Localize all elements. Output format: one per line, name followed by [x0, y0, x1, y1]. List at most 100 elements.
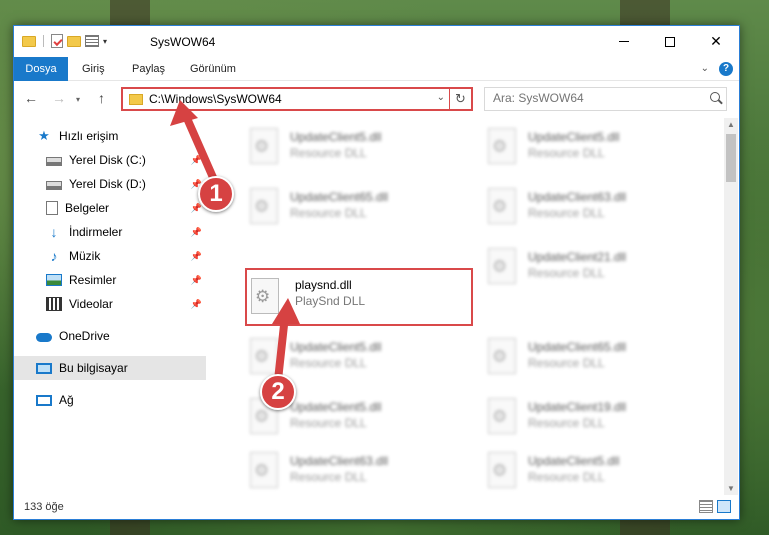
file-item[interactable]: UpdateClient65.dll Resource DLL: [232, 182, 462, 238]
up-arrow-icon[interactable]: ↑: [98, 90, 105, 106]
file-type: Resource DLL: [290, 470, 367, 484]
file-name: UpdateClient5.dll: [528, 130, 620, 144]
forward-arrow-icon[interactable]: →: [52, 90, 66, 106]
dll-file-icon: [250, 452, 278, 488]
sidebar-item-label: Ağ: [59, 393, 74, 407]
dll-file-icon: [250, 338, 278, 374]
refresh-icon[interactable]: ↻: [449, 89, 471, 109]
film-icon: [46, 297, 62, 311]
address-path[interactable]: C:\Windows\SysWOW64: [149, 92, 282, 106]
sidebar-item-music[interactable]: ♪ Müzik 📌: [14, 244, 206, 268]
help-icon[interactable]: ?: [719, 62, 733, 76]
sidebar-item-pictures[interactable]: Resimler 📌: [14, 268, 206, 292]
file-type: Resource DLL: [528, 356, 605, 370]
sidebar-item-documents[interactable]: Belgeler 📌: [14, 196, 206, 220]
step-1-badge: 1: [198, 176, 234, 212]
tab-file[interactable]: Dosya: [14, 57, 68, 81]
chevron-down-icon[interactable]: ⌄: [437, 92, 445, 103]
sidebar-item-label: Bu bilgisayar: [59, 361, 128, 375]
folder-icon: [129, 94, 143, 105]
dll-file-icon: [250, 188, 278, 224]
search-input[interactable]: [493, 91, 693, 105]
title-bar: ▾ SysWOW64 ✕: [14, 26, 739, 57]
computer-icon: [36, 362, 52, 374]
tab-home[interactable]: Giriş: [72, 57, 115, 81]
sidebar-item-onedrive[interactable]: OneDrive: [14, 324, 206, 348]
pin-icon[interactable]: 📌: [191, 251, 202, 262]
navigation-bar: ← → ▾ ↑ C:\Windows\SysWOW64 ⌄ ↻: [14, 82, 739, 116]
properties-icon[interactable]: [51, 34, 63, 48]
file-name: UpdateClient5.dll: [290, 340, 382, 354]
scroll-up-icon[interactable]: ▲: [724, 118, 738, 132]
file-item[interactable]: UpdateClient63.dll Resource DLL: [232, 446, 462, 496]
recent-locations-icon[interactable]: ▾: [76, 95, 80, 104]
file-name: playsnd.dll: [295, 278, 352, 292]
tiles-view-icon[interactable]: [717, 500, 731, 513]
file-type: Resource DLL: [528, 266, 605, 280]
sidebar-item-label: İndirmeler: [69, 225, 123, 239]
file-type: Resource DLL: [528, 470, 605, 484]
file-type: Resource DLL: [290, 416, 367, 430]
file-type: Resource DLL: [290, 146, 367, 160]
tab-view[interactable]: Görünüm: [180, 57, 246, 81]
sidebar-item-network[interactable]: Ağ: [14, 388, 206, 412]
minimize-button[interactable]: [601, 26, 647, 57]
file-name: UpdateClient63.dll: [528, 190, 627, 204]
file-item[interactable]: UpdateClient63.dll Resource DLL: [470, 182, 700, 238]
sidebar-item-label: Belgeler: [65, 201, 110, 215]
view-icon[interactable]: [85, 35, 99, 47]
sidebar-item-label: Yerel Disk (C:): [69, 153, 146, 167]
details-view-icon[interactable]: [699, 500, 713, 513]
tab-share[interactable]: Paylaş: [122, 57, 175, 81]
sidebar-item-downloads[interactable]: ↓ İndirmeler 📌: [14, 220, 206, 244]
search-box[interactable]: [484, 87, 727, 111]
new-folder-icon[interactable]: [67, 35, 81, 47]
file-item[interactable]: UpdateClient21.dll Resource DLL: [470, 242, 700, 298]
folder-icon: [22, 35, 36, 47]
step-2-badge: 2: [260, 374, 296, 410]
window-title: SysWOW64: [150, 35, 216, 49]
disk-icon: [46, 157, 62, 166]
pin-icon[interactable]: 📌: [191, 155, 202, 166]
file-name: UpdateClient5.dll: [528, 454, 620, 468]
dll-file-icon: [488, 128, 516, 164]
scroll-down-icon[interactable]: ▼: [724, 482, 738, 496]
scrollbar-thumb[interactable]: [726, 134, 736, 182]
file-item[interactable]: UpdateClient65.dll Resource DLL: [470, 332, 700, 388]
sidebar-item-local-disk-d[interactable]: Yerel Disk (D:) 📌: [14, 172, 206, 196]
pin-icon[interactable]: 📌: [191, 227, 202, 238]
file-list: UpdateClient5.dll Resource DLL UpdateCli…: [222, 116, 722, 496]
close-button[interactable]: ✕: [693, 26, 739, 57]
download-icon: ↓: [50, 224, 58, 240]
sidebar-item-quick-access[interactable]: ★ Hızlı erişim: [14, 124, 206, 148]
sidebar-item-this-pc[interactable]: Bu bilgisayar: [14, 356, 206, 380]
dll-file-icon: [488, 248, 516, 284]
dll-file-icon: [251, 278, 279, 314]
vertical-scrollbar[interactable]: ▲ ▼: [724, 118, 738, 496]
toolbar-separator: [43, 35, 44, 47]
file-item[interactable]: UpdateClient5.dll Resource DLL: [470, 122, 700, 178]
file-item-playsnd[interactable]: playsnd.dll PlaySnd DLL: [245, 268, 473, 326]
pin-icon[interactable]: 📌: [191, 275, 202, 286]
sidebar-item-local-disk-c[interactable]: Yerel Disk (C:) 📌: [14, 148, 206, 172]
address-bar[interactable]: C:\Windows\SysWOW64 ⌄ ↻: [121, 87, 473, 111]
file-name: UpdateClient65.dll: [528, 340, 627, 354]
sidebar-item-videos[interactable]: Videolar 📌: [14, 292, 206, 316]
file-item[interactable]: UpdateClient5.dll Resource DLL: [232, 122, 462, 178]
file-name: UpdateClient5.dll: [290, 400, 382, 414]
pin-icon[interactable]: 📌: [191, 299, 202, 310]
file-type: Resource DLL: [528, 416, 605, 430]
sidebar-item-label: Müzik: [69, 249, 101, 263]
sidebar-item-label: Videolar: [69, 297, 113, 311]
dll-file-icon: [250, 128, 278, 164]
chevron-down-icon[interactable]: ⌄: [701, 63, 709, 74]
file-name: UpdateClient19.dll: [528, 400, 627, 414]
customize-toolbar-icon[interactable]: ▾: [103, 37, 107, 46]
file-name: UpdateClient5.dll: [290, 130, 382, 144]
network-icon: [36, 394, 52, 406]
file-item[interactable]: UpdateClient5.dll Resource DLL: [470, 446, 700, 496]
search-icon[interactable]: [710, 92, 720, 102]
back-arrow-icon[interactable]: ←: [24, 90, 38, 106]
file-item[interactable]: UpdateClient19.dll Resource DLL: [470, 392, 700, 448]
maximize-button[interactable]: [647, 26, 693, 57]
